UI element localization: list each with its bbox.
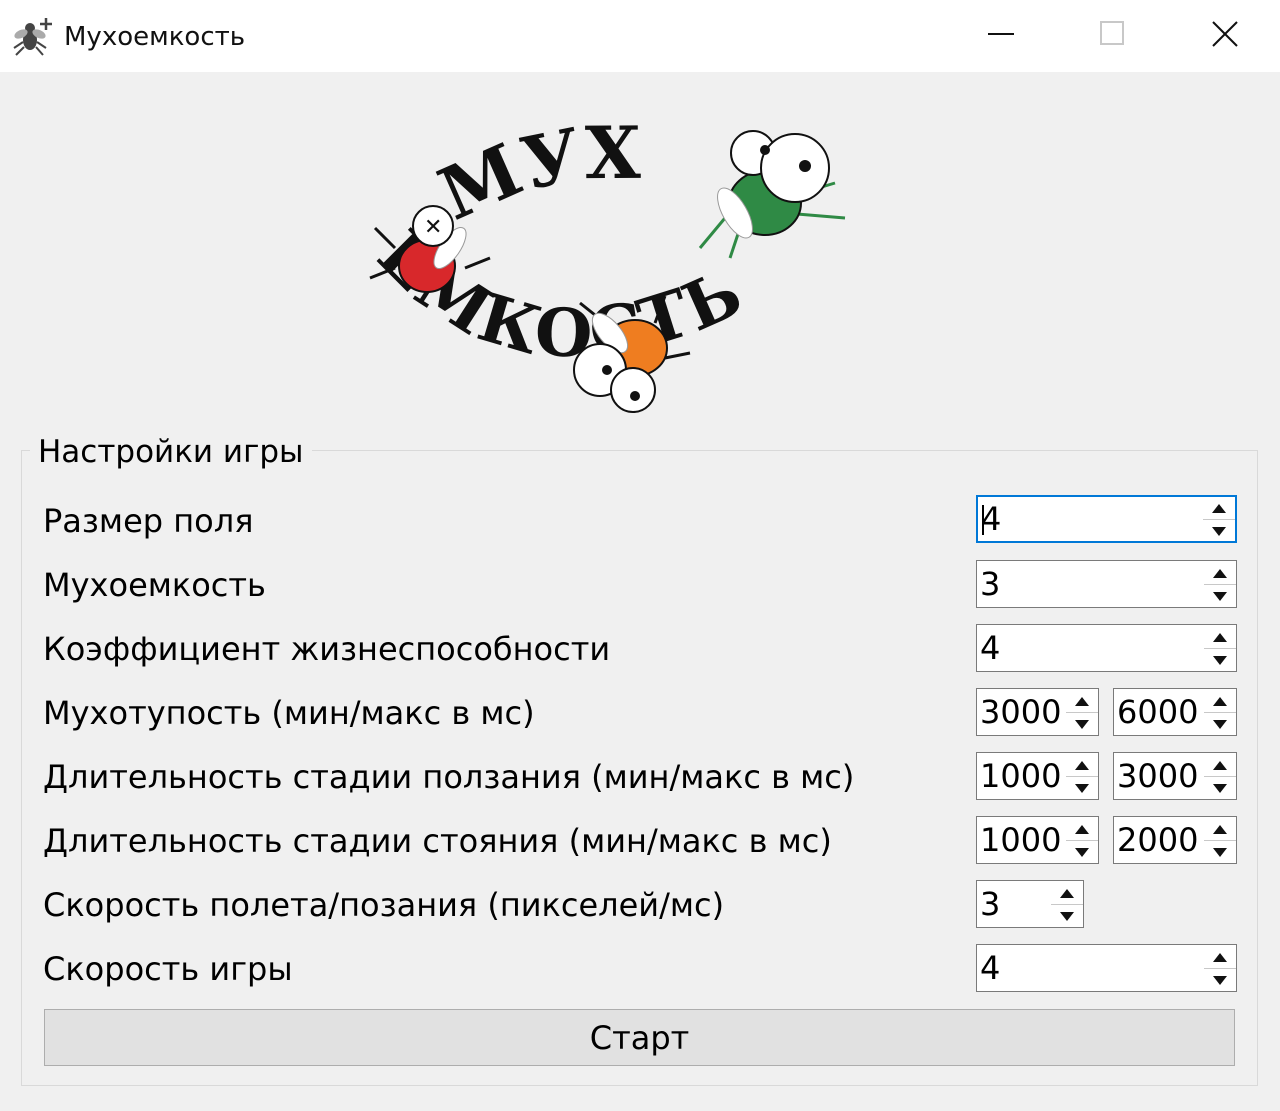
vitality-input[interactable]	[977, 625, 1203, 671]
fly-stupidity-min-spinbox[interactable]	[976, 688, 1099, 736]
field-size-label: Размер поля	[43, 502, 254, 540]
crawl-duration-min-decrement[interactable]	[1066, 775, 1098, 800]
crawl-duration-max-spinbox[interactable]	[1113, 752, 1237, 800]
arrow-down-icon	[1213, 650, 1227, 669]
fly-stupidity-max-input[interactable]	[1114, 689, 1205, 735]
fly-icon	[10, 14, 56, 58]
vitality-label: Коэффициент жизнеспособности	[43, 630, 611, 668]
close-icon	[1211, 20, 1239, 52]
arrow-down-icon	[1075, 842, 1089, 861]
crawl-duration-max-input[interactable]	[1114, 753, 1205, 799]
stand-duration-min-decrement[interactable]	[1066, 839, 1098, 864]
flight-speed-input[interactable]	[977, 881, 1052, 927]
stand-duration-max-decrement[interactable]	[1204, 839, 1236, 864]
start-button[interactable]: Старт	[44, 1009, 1235, 1066]
arrow-up-icon	[1213, 563, 1227, 582]
crawl-duration-min-input[interactable]	[977, 753, 1067, 799]
field-size-input[interactable]	[978, 497, 1200, 541]
window-title: Мухоемкость	[64, 22, 246, 52]
title-bar: Мухоемкость	[0, 0, 1280, 72]
fly-stupidity-max-increment[interactable]	[1204, 689, 1236, 712]
green-fly-icon	[698, 130, 846, 259]
logo-line-1: МУХ	[427, 110, 641, 237]
arrow-down-icon	[1075, 714, 1089, 733]
game-speed-decrement[interactable]	[1204, 967, 1236, 992]
arrow-up-icon	[1213, 947, 1227, 966]
crawl-duration-max-increment[interactable]	[1204, 753, 1236, 776]
vitality-increment[interactable]	[1204, 625, 1236, 648]
fly-stupidity-max-spinbox[interactable]	[1113, 688, 1237, 736]
fly-stupidity-min-increment[interactable]	[1066, 689, 1098, 712]
arrow-up-icon	[1060, 883, 1074, 902]
arrow-down-icon	[1212, 521, 1226, 540]
game-speed-input[interactable]	[977, 945, 1203, 991]
arrow-down-icon	[1060, 906, 1074, 925]
vitality-spinbox[interactable]	[976, 624, 1237, 672]
flight-speed-decrement[interactable]	[1051, 903, 1083, 928]
fly-capacity-spinbox[interactable]	[976, 560, 1237, 608]
maximize-button[interactable]	[1057, 0, 1169, 72]
fly-capacity-label: Мухоемкость	[43, 566, 266, 604]
flight-speed-spinbox[interactable]	[976, 880, 1084, 928]
arrow-down-icon	[1213, 586, 1227, 605]
svg-text:✕: ✕	[424, 215, 442, 240]
fly-capacity-decrement[interactable]	[1204, 583, 1236, 608]
field-size-spinbox[interactable]	[976, 495, 1237, 543]
crawl-duration-max-decrement[interactable]	[1204, 775, 1236, 800]
fly-capacity-increment[interactable]	[1204, 561, 1236, 584]
stand-duration-max-spinbox[interactable]	[1113, 816, 1237, 864]
minimize-icon	[988, 21, 1014, 51]
game-speed-increment[interactable]	[1204, 945, 1236, 968]
fly-stupidity-max-decrement[interactable]	[1204, 711, 1236, 736]
crawl-duration-label: Длительность стадии ползания (мин/макс в…	[43, 758, 855, 796]
crawl-duration-min-spinbox[interactable]	[976, 752, 1099, 800]
arrow-up-icon	[1213, 819, 1227, 838]
arrow-up-icon	[1213, 691, 1227, 710]
stand-duration-min-increment[interactable]	[1066, 817, 1098, 840]
game-speed-spinbox[interactable]	[976, 944, 1237, 992]
arrow-down-icon	[1075, 778, 1089, 797]
field-size-decrement[interactable]	[1203, 518, 1235, 542]
stand-duration-min-input[interactable]	[977, 817, 1067, 863]
crawl-duration-min-increment[interactable]	[1066, 753, 1098, 776]
fly-stupidity-min-input[interactable]	[977, 689, 1067, 735]
arrow-up-icon	[1213, 627, 1227, 646]
stand-duration-label: Длительность стадии стояния (мин/макс в …	[43, 822, 832, 860]
stand-duration-max-input[interactable]	[1114, 817, 1205, 863]
maximize-icon	[1100, 21, 1126, 51]
close-button[interactable]	[1169, 0, 1280, 72]
arrow-up-icon	[1075, 819, 1089, 838]
fly-capacity-input[interactable]	[977, 561, 1203, 607]
text-caret	[982, 505, 984, 535]
arrow-down-icon	[1213, 778, 1227, 797]
vitality-decrement[interactable]	[1204, 647, 1236, 672]
field-size-increment[interactable]	[1203, 497, 1235, 519]
arrow-up-icon	[1075, 755, 1089, 774]
fly-stupidity-label: Мухотупость (мин/макс в мс)	[43, 694, 535, 732]
minimize-button[interactable]	[945, 0, 1057, 72]
game-speed-label: Скорость игры	[43, 950, 293, 988]
fly-stupidity-min-decrement[interactable]	[1066, 711, 1098, 736]
stand-duration-min-spinbox[interactable]	[976, 816, 1099, 864]
stand-duration-max-increment[interactable]	[1204, 817, 1236, 840]
arrow-down-icon	[1213, 842, 1227, 861]
flight-speed-label: Скорость полета/позания (пикселей/мс)	[43, 886, 725, 924]
flight-speed-increment[interactable]	[1051, 881, 1083, 904]
arrow-down-icon	[1213, 714, 1227, 733]
arrow-up-icon	[1213, 755, 1227, 774]
arrow-up-icon	[1075, 691, 1089, 710]
arrow-down-icon	[1213, 970, 1227, 989]
arrow-up-icon	[1212, 498, 1226, 517]
game-logo: МУХ ЕМКОСТЬ ✕	[355, 108, 895, 428]
game-settings-title: Настройки игры	[30, 432, 312, 472]
